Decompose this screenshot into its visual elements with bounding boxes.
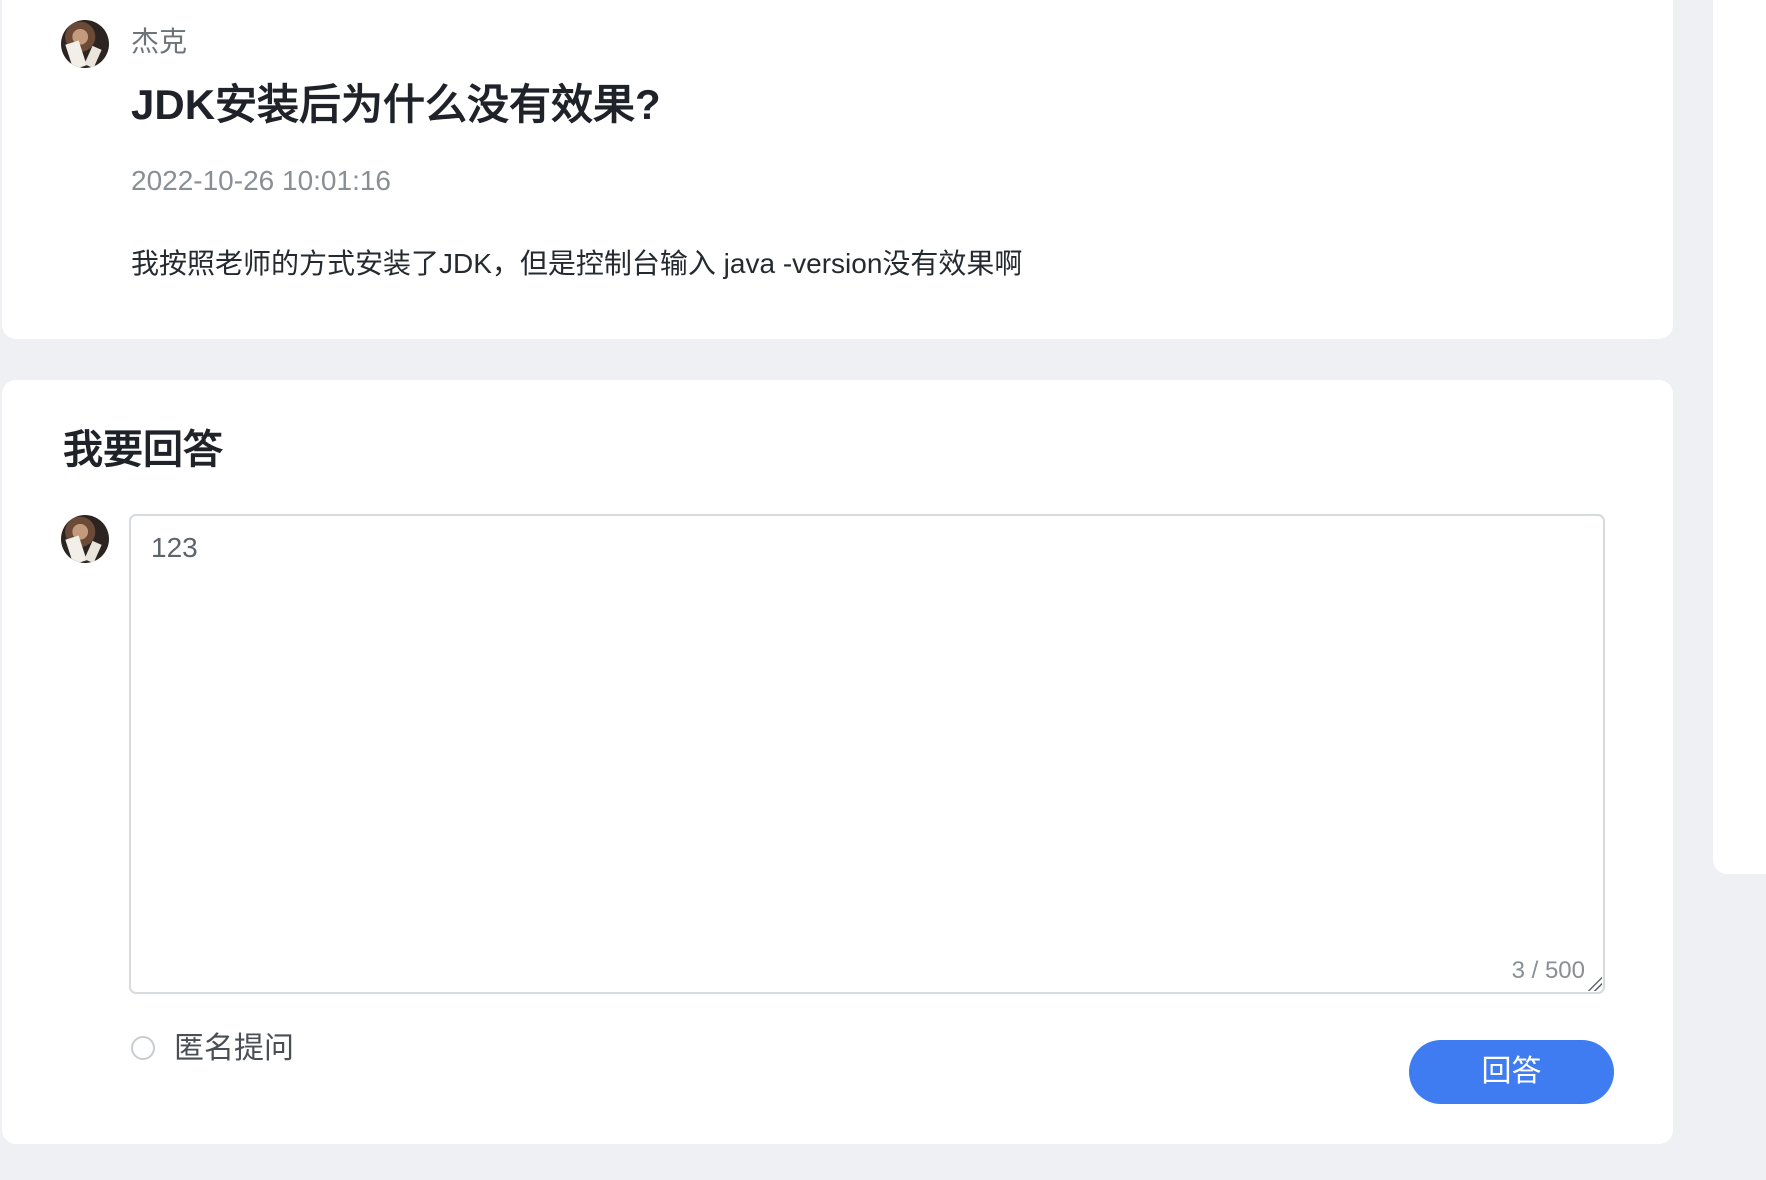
author-avatar — [61, 20, 109, 68]
answer-card: 我要回答 123 3 / 500 匿名提问 回答 — [2, 380, 1673, 1144]
question-body: 我按照老师的方式安装了JDK，但是控制台输入 java -version没有效果… — [131, 248, 1023, 279]
question-title: JDK安装后为什么没有效果? — [131, 81, 661, 128]
answer-section-title: 我要回答 — [63, 428, 223, 472]
question-date: 2022-10-26 10:01:16 — [131, 165, 391, 196]
question-card: 杰克 JDK安装后为什么没有效果? 2022-10-26 10:01:16 我按… — [2, 0, 1673, 339]
character-count: 3 / 500 — [1511, 957, 1585, 984]
submit-answer-button[interactable]: 回答 — [1409, 1040, 1614, 1104]
answer-input[interactable]: 123 — [131, 516, 1603, 992]
right-side-panel — [1713, 0, 1766, 874]
anonymous-radio[interactable] — [131, 1036, 155, 1060]
author-name: 杰克 — [131, 26, 188, 57]
answer-input-wrapper: 123 3 / 500 — [129, 514, 1605, 994]
current-user-avatar — [61, 515, 109, 563]
anonymous-label[interactable]: 匿名提问 — [174, 1031, 294, 1067]
resize-handle-icon[interactable] — [1588, 977, 1602, 991]
